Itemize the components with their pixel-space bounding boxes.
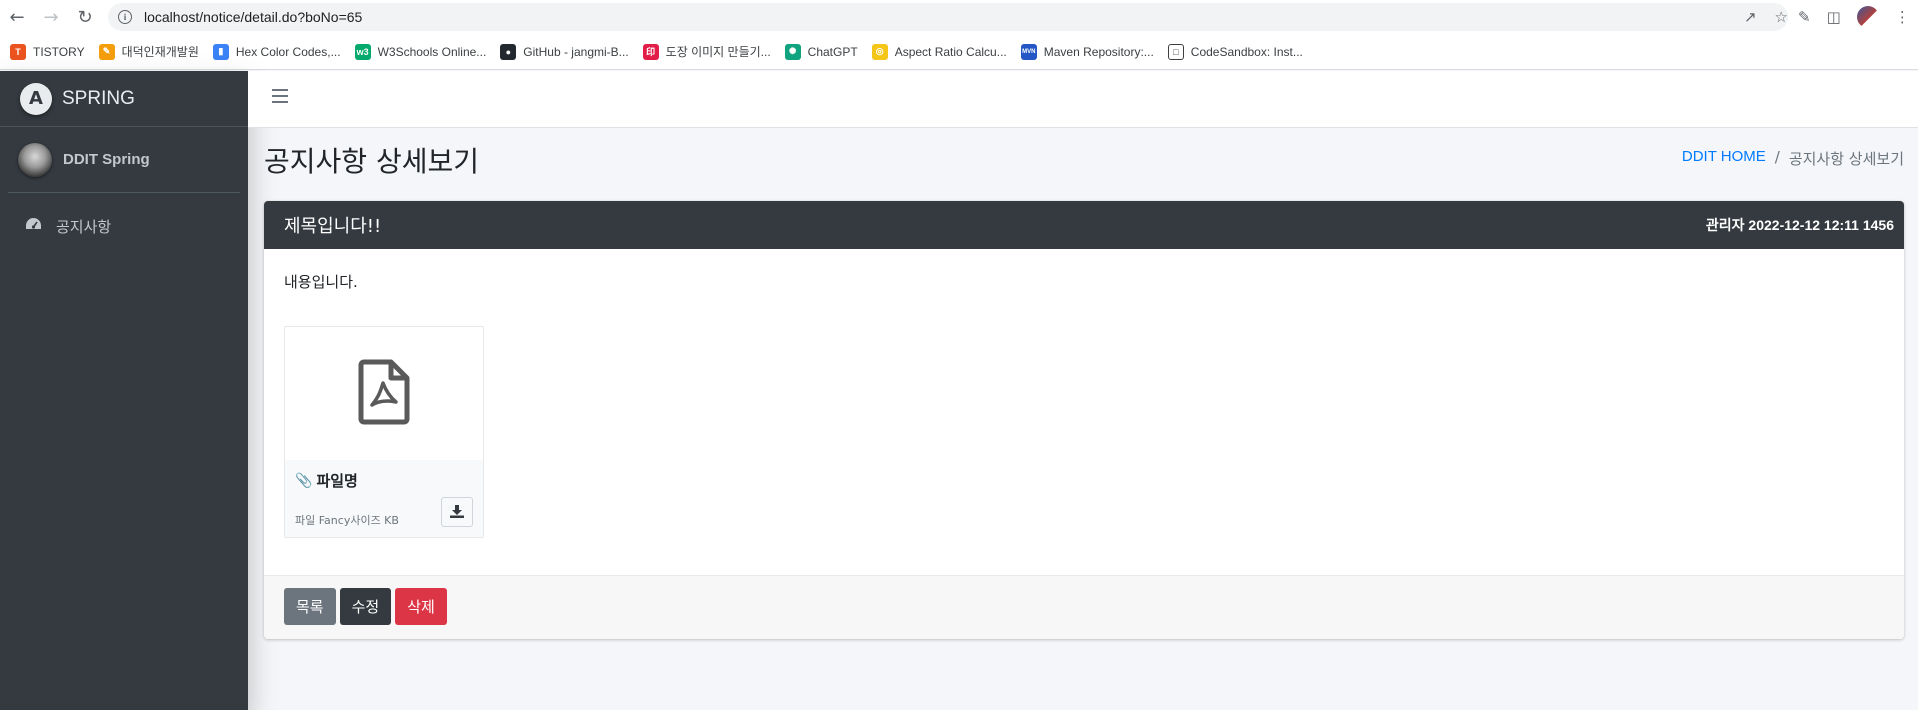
bookmark-label: Aspect Ratio Calcu...: [894, 44, 1007, 59]
attachment-preview: [285, 327, 483, 460]
address-bar[interactable]: i localhost/notice/detail.do?boNo=65: [108, 3, 1788, 31]
bookmarks-bar: T TISTORY ✎ 대덕인재개발원 ▮ Hex Color Codes,... w3 W3…: [0, 34, 1918, 70]
menu-toggle-icon[interactable]: [272, 89, 288, 103]
list-button[interactable]: 목록: [284, 588, 336, 625]
bookmark-item[interactable]: ◎ Aspect Ratio Calcu...: [871, 43, 1007, 60]
notice-title: 제목입니다!!: [284, 216, 382, 237]
bookmark-label: 대덕인재개발원: [121, 45, 199, 59]
attachment-name-row[interactable]: 📎 파일명: [295, 470, 473, 491]
main-sidebar: A SPRING DDIT Spring 공지사항: [0, 71, 248, 710]
user-name[interactable]: DDIT Spring: [63, 151, 150, 168]
bookmark-favicon-icon: ✎: [98, 43, 115, 60]
content-header: 공지사항 상세보기 DDIT HOME / 공지사항 상세보기: [264, 138, 1904, 182]
profile-avatar[interactable]: [1856, 6, 1879, 28]
bookmark-item[interactable]: □ CodeSandbox: Inst...: [1167, 43, 1303, 60]
bookmark-label: Maven Repository:...: [1043, 44, 1154, 59]
edit-button[interactable]: 수정: [339, 588, 392, 625]
attachment-item: 📎 파일명 파일 Fancy사이즈 KB: [284, 326, 484, 538]
brand-logo: A: [20, 82, 52, 115]
brand-text: SPRING: [62, 87, 135, 109]
bookmark-label: ChatGPT: [807, 44, 858, 59]
attachment-info: 📎 파일명 파일 Fancy사이즈 KB: [285, 460, 483, 537]
user-panel[interactable]: DDIT Spring: [8, 127, 240, 193]
breadcrumb-home-link[interactable]: DDIT HOME: [1682, 148, 1766, 169]
user-avatar: [18, 142, 52, 177]
card-footer: 목록 수정 삭제: [264, 575, 1904, 639]
bookmark-favicon-icon: ◎: [871, 43, 888, 60]
bookmark-favicon-icon: ●: [500, 43, 517, 60]
forward-icon[interactable]: →: [34, 0, 68, 34]
bookmark-item[interactable]: ▮ Hex Color Codes,...: [212, 43, 341, 60]
bookmark-star-icon[interactable]: ☆: [1775, 8, 1788, 26]
brand-link[interactable]: A SPRING: [0, 71, 248, 127]
main-header: [248, 71, 1918, 128]
page-title: 공지사항 상세보기: [264, 145, 479, 178]
breadcrumb-current: 공지사항 상세보기: [1788, 150, 1904, 168]
bookmark-label: Hex Color Codes,...: [235, 44, 341, 59]
bookmark-item[interactable]: ● GitHub - jangmi-B...: [500, 43, 629, 60]
breadcrumb: DDIT HOME / 공지사항 상세보기: [1682, 148, 1904, 169]
bookmark-label: CodeSandbox: Inst...: [1190, 44, 1303, 59]
bookmark-item[interactable]: MVN Maven Repository:...: [1020, 43, 1154, 60]
bookmark-item[interactable]: ✎ 대덕인재개발원: [98, 43, 199, 60]
card-header: 제목입니다!! 관리자 2022-12-12 12:11 1456: [264, 201, 1904, 249]
extensions-icon[interactable]: ✎: [1798, 8, 1811, 26]
delete-button[interactable]: 삭제: [395, 588, 447, 625]
notice-meta: 관리자 2022-12-12 12:11 1456: [1705, 217, 1894, 233]
share-icon[interactable]: ↗: [1744, 8, 1757, 26]
bookmark-favicon-icon: w3: [354, 43, 371, 60]
file-pdf-icon: [358, 359, 410, 429]
attachment-size: 파일 Fancy사이즈 KB: [295, 514, 399, 527]
card-body: 내용입니다.: [264, 249, 1904, 314]
menu-kebab-icon[interactable]: ⋮: [1895, 8, 1910, 26]
browser-toolbar: ← → ↻ i localhost/notice/detail.do?boNo=…: [0, 0, 1918, 34]
notice-content: 내용입니다.: [284, 273, 358, 291]
bookmark-item[interactable]: ✺ ChatGPT: [784, 43, 858, 60]
bookmark-label: 도장 이미지 만들기...: [665, 45, 771, 59]
bookmark-favicon-icon: ▮: [212, 43, 229, 60]
bookmark-favicon-icon: MVN: [1020, 43, 1037, 60]
reload-icon[interactable]: ↻: [68, 0, 102, 34]
site-info-icon[interactable]: i: [118, 10, 132, 24]
bookmark-label: TISTORY: [33, 44, 85, 59]
bookmark-favicon-icon: □: [1167, 43, 1184, 60]
bookmark-item[interactable]: 印 도장 이미지 만들기...: [642, 43, 771, 60]
breadcrumb-separator: /: [1774, 148, 1780, 166]
notice-detail-card: 제목입니다!! 관리자 2022-12-12 12:11 1456 내용입니다.…: [264, 201, 1904, 639]
attachment-name[interactable]: 파일명: [316, 470, 357, 491]
tachometer-icon: [25, 217, 47, 235]
bookmark-label: W3Schools Online...: [377, 44, 487, 59]
side-panel-icon[interactable]: ◫: [1827, 8, 1841, 26]
download-icon: [450, 503, 464, 522]
bookmark-item[interactable]: w3 W3Schools Online...: [354, 43, 487, 60]
paperclip-icon: 📎: [295, 472, 313, 489]
back-icon[interactable]: ←: [0, 0, 34, 34]
bookmark-favicon-icon: 印: [642, 43, 659, 60]
bookmark-favicon-icon: T: [10, 43, 26, 60]
bookmark-favicon-icon: ✺: [784, 43, 801, 60]
url-text[interactable]: localhost/notice/detail.do?boNo=65: [144, 9, 362, 25]
sidebar-item-notice[interactable]: 공지사항: [8, 207, 240, 245]
bookmark-label: GitHub - jangmi-B...: [523, 44, 629, 59]
download-button[interactable]: [441, 497, 473, 527]
bookmark-item[interactable]: T TISTORY: [10, 43, 85, 60]
sidebar-item-label: 공지사항: [56, 217, 112, 236]
